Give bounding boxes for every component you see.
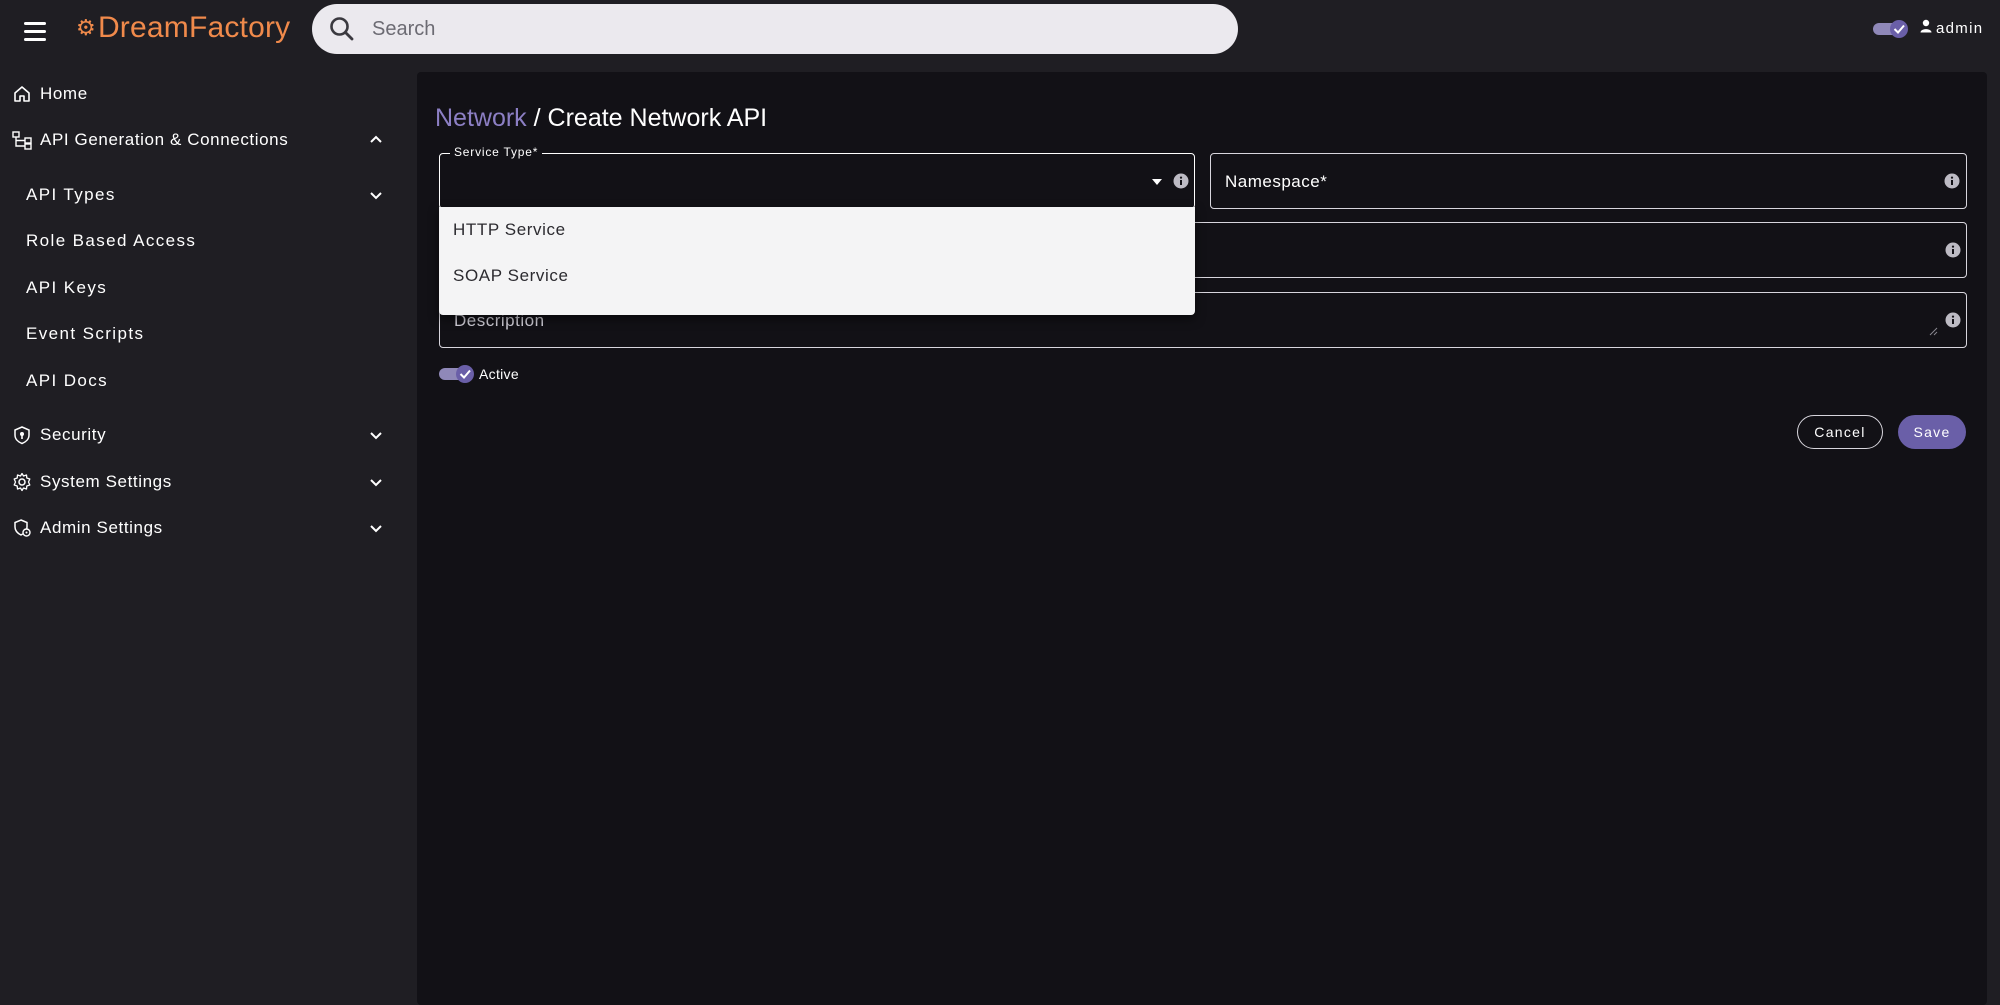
sidebar-item-label: Home [40, 84, 88, 103]
sidebar-item-system-settings[interactable]: System Settings [0, 462, 400, 502]
breadcrumb-link-network[interactable]: Network [435, 104, 527, 132]
info-icon[interactable] [1173, 173, 1189, 189]
user-name: admin [1936, 19, 1984, 37]
theme-toggle[interactable] [1873, 19, 1909, 39]
logo-gear-icon: ⚙ [76, 15, 96, 40]
sidebar-item-label: API Docs [26, 371, 109, 390]
breadcrumb-separator: / [526, 104, 548, 132]
shield-icon [14, 426, 30, 445]
menu-option-http-service[interactable]: HTTP Service [439, 207, 1195, 253]
active-label: Active [479, 366, 519, 382]
chevron-down-icon [370, 432, 382, 440]
home-icon [14, 86, 30, 102]
top-bar: ⚙ DreamFactory admin [0, 0, 2000, 72]
chevron-down-icon [370, 525, 382, 533]
sidebar-item-event-scripts[interactable]: Event Scripts [0, 314, 400, 354]
sidebar-item-api-docs[interactable]: API Docs [0, 361, 400, 401]
admin-icon [14, 519, 31, 537]
cancel-button[interactable]: Cancel [1797, 415, 1883, 449]
sidebar-item-label: API Keys [26, 278, 108, 297]
search-bar[interactable] [312, 4, 1238, 54]
sidebar-item-label: Role Based Access [26, 231, 197, 250]
resize-handle-icon[interactable] [1928, 326, 1938, 336]
namespace-field[interactable]: Namespace* [1210, 153, 1967, 209]
sidebar-item-label: Event Scripts [26, 324, 145, 343]
sidebar-item-security[interactable]: Security [0, 415, 400, 455]
chevron-up-icon [370, 135, 382, 143]
sidebar-item-label: API Types [26, 185, 116, 204]
brand-name: DreamFactory [97, 11, 291, 44]
chevron-down-icon [370, 479, 382, 487]
sidebar-item-api-generation[interactable]: API Generation & Connections [0, 120, 400, 160]
menu-option-soap-service[interactable]: SOAP Service [439, 253, 1195, 299]
sidebar-item-home[interactable]: Home [0, 74, 400, 114]
sidebar-item-label: System Settings [40, 472, 172, 491]
breadcrumb: Network / Create Network API [435, 104, 767, 133]
gear-icon [13, 472, 31, 492]
sidebar-item-label: Admin Settings [40, 518, 163, 537]
sidebar-item-label: API Generation & Connections [40, 130, 289, 149]
main-panel: Network / Create Network API Service Typ… [417, 72, 1987, 1005]
service-type-label: Service Type* [450, 145, 543, 159]
search-input[interactable] [372, 17, 1172, 41]
page-title: Create Network API [547, 104, 768, 132]
search-icon [312, 16, 372, 42]
sidebar-item-role-based-access[interactable]: Role Based Access [0, 221, 400, 261]
sidebar-item-api-keys[interactable]: API Keys [0, 268, 400, 308]
menu-icon[interactable] [20, 16, 50, 46]
user-icon [1920, 19, 1932, 37]
caret-down-icon[interactable] [1151, 178, 1163, 186]
service-type-select[interactable]: Service Type* [439, 145, 1195, 209]
logo[interactable]: ⚙ DreamFactory [76, 10, 290, 46]
chevron-down-icon [370, 192, 382, 200]
active-toggle[interactable] [439, 364, 475, 384]
save-button[interactable]: Save [1898, 415, 1966, 449]
sidebar-item-admin-settings[interactable]: Admin Settings [0, 508, 400, 548]
sidebar: Home API Generation & Connections API Ty… [0, 72, 417, 1005]
user-menu[interactable]: admin [1920, 16, 1983, 40]
sidebar-item-api-types[interactable]: API Types [0, 175, 400, 215]
active-toggle-row: Active [439, 364, 519, 384]
info-icon[interactable] [1944, 173, 1960, 189]
namespace-placeholder: Namespace* [1225, 172, 1328, 191]
info-icon[interactable] [1945, 242, 1961, 258]
service-type-menu: HTTP Service SOAP Service [439, 207, 1195, 315]
connections-icon [12, 131, 32, 150]
info-icon[interactable] [1945, 312, 1961, 328]
sidebar-item-label: Security [40, 425, 107, 444]
